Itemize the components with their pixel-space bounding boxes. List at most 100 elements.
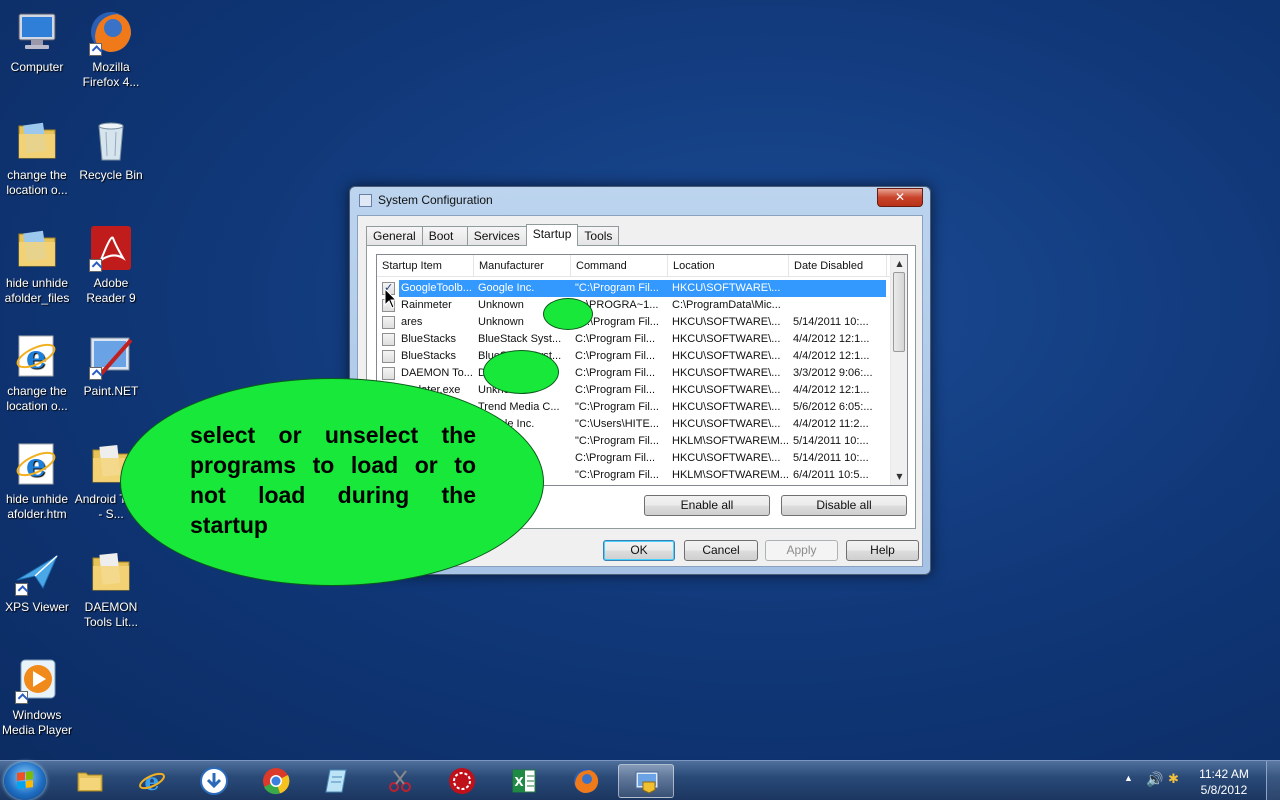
- taskbar-excel[interactable]: X: [496, 764, 552, 798]
- scroll-down-icon[interactable]: ▼: [891, 468, 907, 485]
- callout-text: select or unselect the programs to load …: [190, 422, 476, 538]
- column-header-manufacturer[interactable]: Manufacturer: [474, 255, 571, 277]
- column-header-location[interactable]: Location: [668, 255, 789, 277]
- cell-text: BlueStacks: [401, 350, 457, 362]
- cell-date-disabled: 5/14/2011 10:...: [793, 452, 869, 464]
- table-row[interactable]: BlueStacksBlueStack Syst...C:\Program Fi…: [377, 331, 892, 348]
- desktop-icon-computer[interactable]: Computer: [0, 8, 74, 75]
- cell-command: C:\Program Fil...: [575, 384, 656, 396]
- desktop-icon-daemon-tools[interactable]: DAEMON Tools Lit...: [74, 548, 148, 630]
- scrollbar-thumb[interactable]: [893, 272, 905, 352]
- download-icon: [200, 767, 228, 795]
- tab-strip: General Boot Services Startup Tools: [366, 224, 620, 246]
- network-icon[interactable]: ✱: [1168, 771, 1179, 787]
- desktop-icon-paint-net[interactable]: Paint.NET: [74, 332, 148, 399]
- apply-button[interactable]: Apply: [765, 540, 838, 561]
- taskbar-chrome[interactable]: [248, 764, 304, 798]
- taskbar-snipping-tool[interactable]: [372, 764, 428, 798]
- taskbar-internet-explorer[interactable]: e: [124, 764, 180, 798]
- scroll-up-icon[interactable]: ▲: [891, 255, 907, 272]
- help-button[interactable]: Help: [846, 540, 919, 561]
- cell-date-disabled: 3/3/2012 9:06:...: [793, 367, 873, 379]
- desktop-icon-media-player[interactable]: Windows Media Player: [0, 656, 74, 738]
- cell-location: HKCU\SOFTWARE\...: [672, 418, 781, 430]
- column-header-startup-item[interactable]: Startup Item: [377, 255, 474, 277]
- desktop-icon-folder-2[interactable]: hide unhide afolder_files: [0, 224, 74, 306]
- taskbar-app-red[interactable]: [434, 764, 490, 798]
- cell-date-disabled: 6/4/2011 10:5...: [788, 484, 886, 485]
- table-row[interactable]: ares Unknown "C:\Program Fil... HKCU\SOFTWA…: [377, 314, 892, 331]
- close-button[interactable]: ✕: [877, 188, 923, 207]
- taskbar-notes[interactable]: [310, 764, 366, 798]
- show-hidden-icons-icon[interactable]: ▲: [1124, 773, 1133, 783]
- taskbar-system-configuration[interactable]: [618, 764, 674, 798]
- svg-text:e: e: [144, 767, 159, 795]
- disable-all-button[interactable]: Disable all: [781, 495, 907, 516]
- column-header-command[interactable]: Command: [571, 255, 668, 277]
- cell-location: HKCU\SOFTWARE\...: [672, 384, 781, 396]
- table-row[interactable]: BlueStacksBlueStack Syst...C:\Program Fi…: [377, 348, 892, 365]
- column-header-date-disabled[interactable]: Date Disabled: [789, 255, 887, 277]
- vertical-scrollbar[interactable]: ▲ ▼: [890, 255, 907, 485]
- startup-item-checkbox[interactable]: [382, 350, 395, 363]
- desktop-icon-ie-2[interactable]: e hide unhide afolder.htm: [0, 440, 74, 522]
- msconfig-app-icon: [359, 194, 372, 207]
- cell-location: HKCU\SOFTWARE\...: [672, 367, 781, 379]
- cell-startup-item: BlueStacks: [377, 348, 473, 365]
- firefox-icon: [572, 767, 600, 795]
- cell-text: ares: [401, 316, 423, 328]
- startup-item-checkbox[interactable]: [382, 367, 395, 380]
- cell-command: "C:\Program Fil...: [570, 484, 667, 485]
- msconfig-icon: [633, 768, 661, 796]
- chrome-icon: [262, 767, 290, 795]
- cell-startup-item: ares: [377, 314, 473, 331]
- enable-all-button[interactable]: Enable all: [644, 495, 770, 516]
- desktop-icon-xps-viewer[interactable]: XPS Viewer: [0, 548, 74, 615]
- tab-services[interactable]: Services: [466, 226, 527, 246]
- desktop-icon-recycle-bin[interactable]: Recycle Bin: [74, 116, 148, 183]
- paint-net-icon: [87, 332, 135, 380]
- tab-general[interactable]: General: [366, 226, 423, 246]
- folder-icon: [13, 116, 61, 164]
- show-desktop-button[interactable]: [1266, 761, 1280, 800]
- tab-tools[interactable]: Tools: [577, 226, 620, 246]
- tab-startup[interactable]: Startup: [525, 224, 579, 246]
- clock-date: 5/8/2012: [1200, 783, 1248, 797]
- ok-button[interactable]: OK: [603, 540, 675, 561]
- startup-item-checkbox[interactable]: [382, 316, 395, 329]
- desktop-icon-folder-1[interactable]: change the location o...: [0, 116, 74, 198]
- windows-logo-icon: [17, 771, 33, 789]
- desktop-icon-firefox[interactable]: Mozilla Firefox 4...: [74, 8, 148, 90]
- table-row[interactable]: Rainmeter Unknown C:\PROGRA~1... C:\Program…: [377, 297, 892, 314]
- cancel-button[interactable]: Cancel: [684, 540, 758, 561]
- cell-command: C:\Program Fil...: [575, 367, 656, 379]
- cell-text: DAEMON To...: [401, 367, 473, 379]
- red-circle-app-icon: [448, 767, 476, 795]
- desktop-icon-label: DAEMON Tools Lit...: [83, 600, 139, 629]
- table-row[interactable]: DAEMON To...DT Soft LtdC:\Program Fil...…: [377, 365, 892, 382]
- internet-explorer-icon: e: [138, 767, 166, 796]
- cell-date-disabled: [788, 297, 886, 314]
- volume-icon[interactable]: 🔊: [1146, 771, 1163, 788]
- svg-text:X: X: [514, 775, 524, 789]
- startup-item-checkbox[interactable]: [382, 333, 395, 346]
- desktop-icon-adobe-reader[interactable]: Adobe Reader 9: [74, 224, 148, 306]
- taskbar-explorer[interactable]: [62, 764, 118, 798]
- cell-command: "C:\Program Fil...: [575, 469, 659, 481]
- desktop-icon-label: Recycle Bin: [79, 168, 143, 182]
- taskbar-downloader[interactable]: [186, 764, 242, 798]
- cell-date-disabled: 5/14/2011 10:...: [793, 316, 869, 328]
- cell-command: "C:\Program Fil...: [575, 435, 659, 447]
- tab-boot[interactable]: Boot: [421, 226, 468, 246]
- table-row[interactable]: GoogleToolb...Google Inc."C:\Program Fil…: [377, 280, 892, 297]
- system-tray: ▲ 🔊 ✱ 11:42 AM 5/8/2012: [1110, 761, 1280, 800]
- media-player-icon: [13, 656, 61, 704]
- cell-text: BlueStacks: [401, 333, 457, 345]
- desktop-icon-label: Windows Media Player: [1, 708, 73, 737]
- clock[interactable]: 11:42 AM 5/8/2012: [1194, 766, 1254, 798]
- taskbar-firefox[interactable]: [558, 764, 614, 798]
- folder-icon: [76, 767, 104, 795]
- start-button[interactable]: [4, 762, 46, 800]
- desktop-icon-ie-1[interactable]: e change the location o...: [0, 332, 74, 414]
- excel-icon: X: [510, 767, 538, 795]
